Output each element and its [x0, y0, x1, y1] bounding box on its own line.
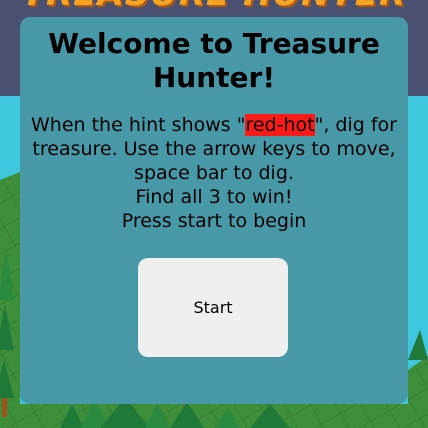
- tree-icon: [408, 330, 428, 360]
- start-prompt-text: Press start to begin: [121, 210, 307, 232]
- dialog-instructions: When the hint shows "red-hot", dig for t…: [20, 113, 408, 233]
- instructions-text-start: When the hint shows ": [31, 114, 246, 136]
- welcome-dialog: Welcome to Treasure Hunter! When the hin…: [20, 17, 408, 404]
- red-hot-highlight: red-hot: [245, 114, 315, 136]
- start-button[interactable]: Start: [138, 258, 288, 357]
- goal-text: Find all 3 to win!: [135, 186, 293, 208]
- dialog-title: Welcome to Treasure Hunter!: [48, 27, 380, 94]
